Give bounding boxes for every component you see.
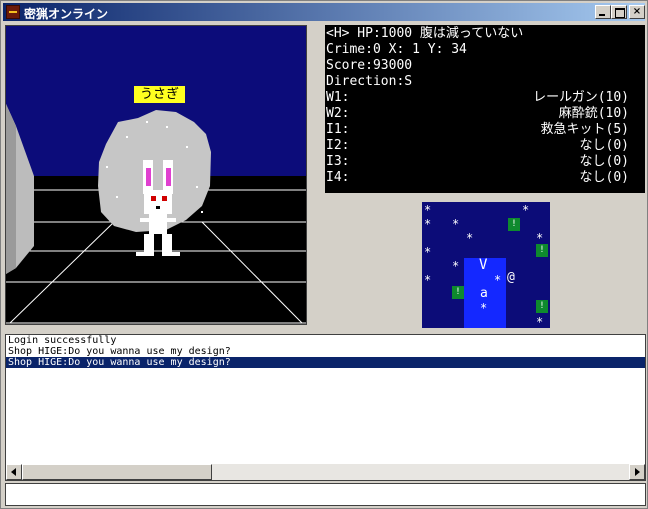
title-bar[interactable]: 密猟オンライン ×	[3, 3, 645, 21]
slot-key: I2:	[326, 138, 350, 153]
slot-value: なし(0)	[579, 170, 629, 185]
slot-value: なし(0)	[579, 154, 629, 169]
status-direction: Direction:S	[326, 74, 413, 89]
message-log[interactable]: Login successfully Shop HIGE:Do you wann…	[5, 334, 646, 481]
status-score: Score:93000	[326, 58, 413, 73]
item-box: !	[508, 218, 520, 231]
slot-key: I4:	[326, 170, 350, 185]
star-icon: *	[522, 203, 530, 217]
star-icon: *	[424, 245, 432, 259]
star-icon: *	[452, 259, 460, 273]
minimize-button[interactable]	[595, 5, 611, 19]
slot-value: 救急キット(5)	[540, 122, 629, 137]
slot-value: なし(0)	[579, 138, 629, 153]
chat-input[interactable]	[5, 483, 646, 506]
other-player-marker: @	[507, 270, 515, 285]
close-icon: ×	[632, 6, 642, 17]
star-icon: *	[536, 315, 544, 329]
window-title: 密猟オンライン	[24, 7, 109, 21]
scroll-left-arrow[interactable]	[6, 464, 22, 480]
slot-key: W1:	[326, 90, 350, 105]
creature-label: うさぎ	[134, 86, 185, 103]
3d-scene	[6, 26, 306, 324]
log-line-selected[interactable]: Shop HIGE:Do you wanna use my design?	[6, 357, 645, 368]
game-window: 密猟オンライン × うさぎ <H> HP:1000 腹は減っていない Crime…	[0, 0, 648, 509]
maximize-button[interactable]	[611, 5, 627, 19]
status-panel: <H> HP:1000 腹は減っていない Crime:0 X: 1 Y: 34 …	[325, 25, 645, 193]
star-icon: *	[466, 231, 474, 245]
slot-key: I3:	[326, 154, 350, 169]
star-icon: *	[424, 203, 432, 217]
player-marker: V	[479, 257, 488, 273]
slot-value: レールガン(10)	[533, 90, 629, 105]
star-icon: *	[424, 217, 432, 231]
scroll-thumb[interactable]	[22, 464, 212, 480]
star-icon: *	[480, 301, 488, 315]
slot-value: 麻酔銃(10)	[558, 106, 629, 121]
log-line[interactable]: Shop HIGE:Do you wanna use my design?	[6, 346, 645, 357]
slot-key: W2:	[326, 106, 350, 121]
log-line[interactable]: Login successfully	[6, 335, 645, 346]
star-icon: *	[494, 273, 502, 287]
3d-view[interactable]: うさぎ	[5, 25, 307, 325]
item-box: !	[536, 244, 548, 257]
close-button[interactable]: ×	[629, 5, 645, 19]
minimap: * * * * * * * * * * * * ! ! ! ! V @ a	[422, 202, 550, 328]
star-icon: *	[536, 231, 544, 245]
item-box: !	[536, 300, 548, 313]
star-icon: *	[452, 217, 460, 231]
app-icon[interactable]	[6, 5, 20, 19]
creature-marker: a	[480, 286, 488, 301]
log-horizontal-scrollbar[interactable]	[6, 464, 645, 480]
slot-key: I1:	[326, 122, 350, 137]
scroll-right-arrow[interactable]	[629, 464, 645, 480]
status-hp: <H> HP:1000 腹は減っていない	[326, 26, 524, 41]
star-icon: *	[424, 273, 432, 287]
status-crime-position: Crime:0 X: 1 Y: 34	[326, 42, 467, 57]
item-box: !	[452, 286, 464, 299]
